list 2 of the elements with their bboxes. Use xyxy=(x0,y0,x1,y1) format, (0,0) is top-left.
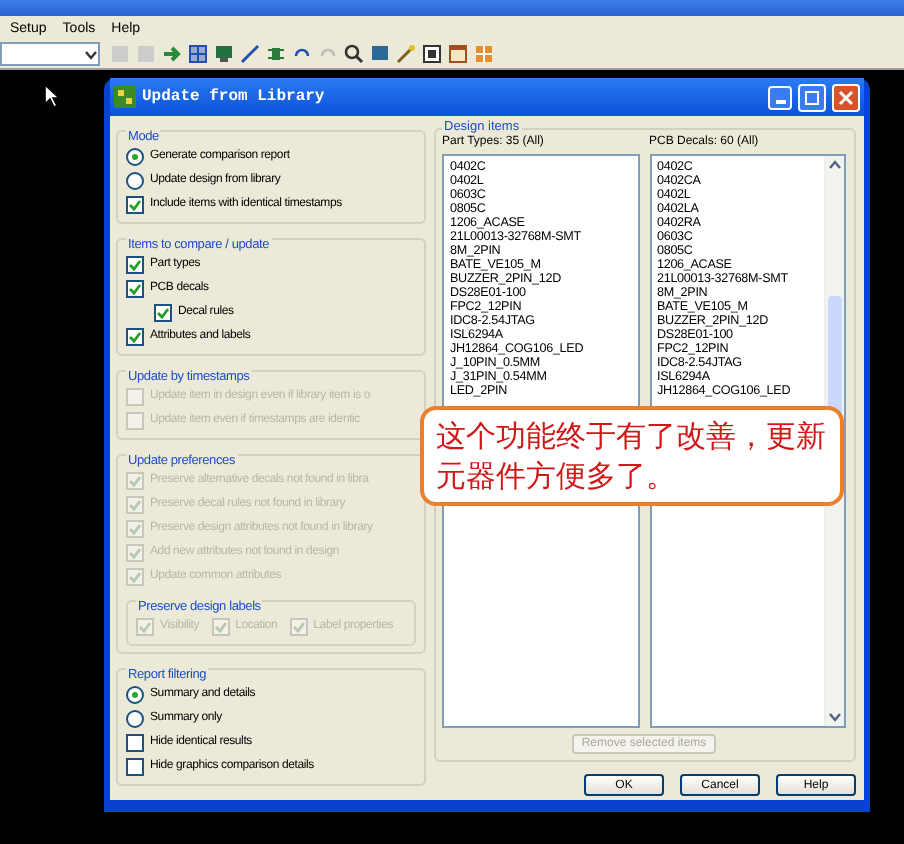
window-title: Update from Library xyxy=(142,88,327,106)
annotation-tooltip: 这个功能终于有了改善，更新元器件方便多了。 xyxy=(420,406,844,506)
